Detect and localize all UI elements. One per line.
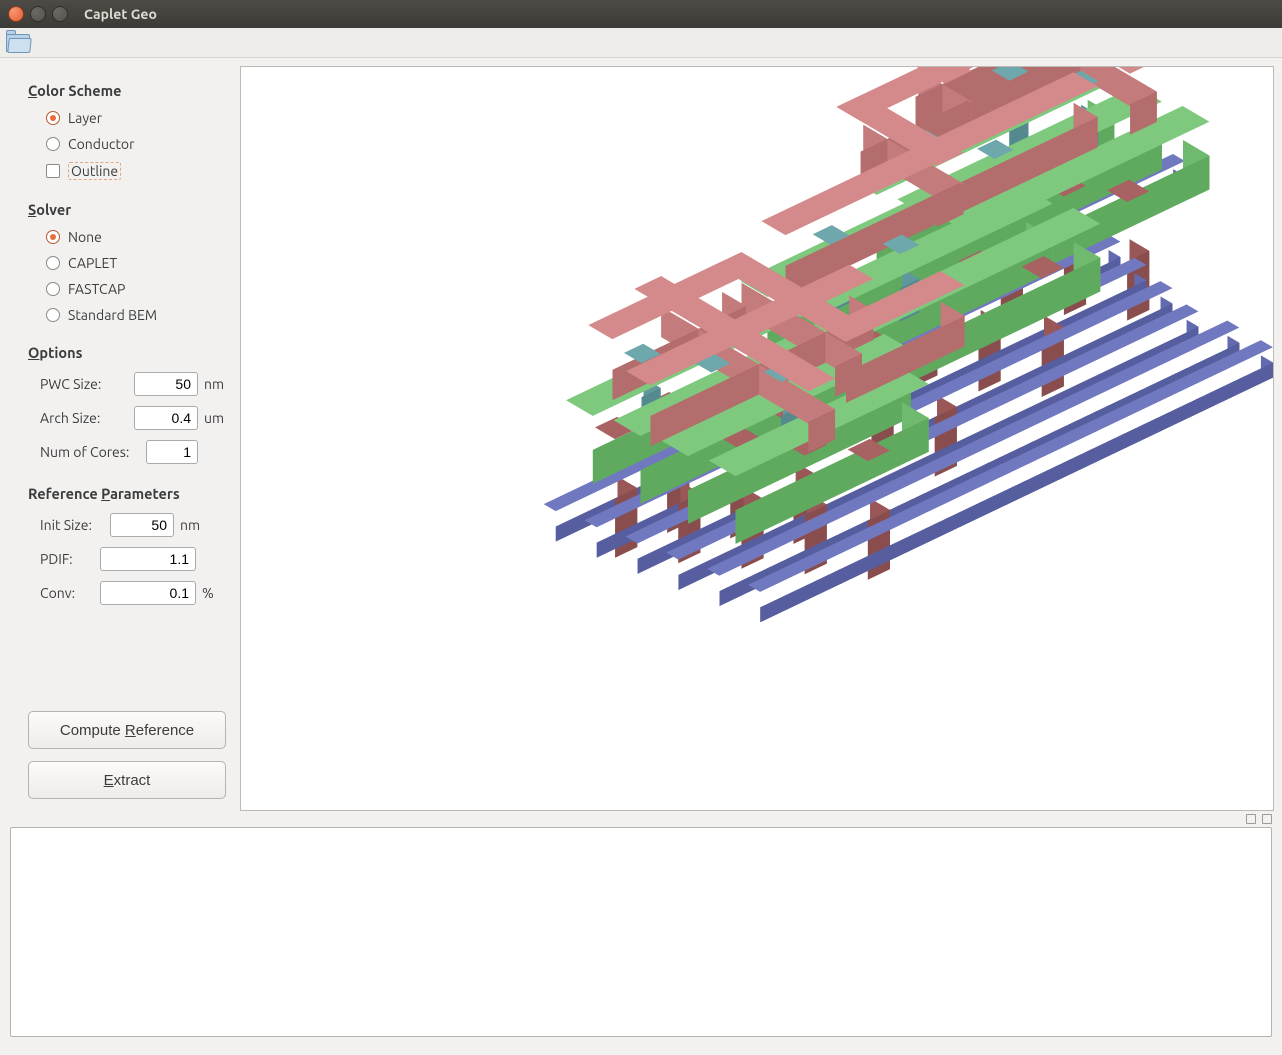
close-icon[interactable] <box>8 6 24 22</box>
section-reference: Reference Parameters <box>28 485 226 502</box>
input-init[interactable] <box>110 513 174 537</box>
open-file-icon[interactable] <box>6 34 30 52</box>
window-controls <box>8 6 68 22</box>
unit-pwc: nm <box>204 376 226 392</box>
compute-reference-button[interactable]: Compute Reference <box>28 711 226 749</box>
section-solver: Solver <box>28 201 226 218</box>
minimize-icon[interactable] <box>30 6 46 22</box>
radio-label: None <box>68 229 102 245</box>
field-init: Init Size: nm <box>28 510 226 540</box>
sidebar: Color Scheme Layer Conductor Outline Sol… <box>0 58 240 811</box>
label-arch: Arch Size: <box>40 410 128 426</box>
field-pdif: PDIF: <box>28 544 226 574</box>
viewport-3d[interactable] <box>240 66 1274 811</box>
section-color-scheme: Color Scheme <box>28 82 226 99</box>
console-output[interactable] <box>10 827 1272 1037</box>
radio-fastcap[interactable] <box>46 282 60 296</box>
label-conv: Conv: <box>40 585 94 601</box>
toolbar <box>0 28 1282 58</box>
solver-none[interactable]: None <box>28 226 226 248</box>
dock-strip <box>0 811 1282 827</box>
radio-stdbem[interactable] <box>46 308 60 322</box>
input-pdif[interactable] <box>100 547 196 571</box>
field-cores: Num of Cores: <box>28 437 226 467</box>
section-options: Options <box>28 344 226 361</box>
titlebar: Caplet Geo <box>0 0 1282 28</box>
maximize-icon[interactable] <box>52 6 68 22</box>
solver-stdbem[interactable]: Standard BEM <box>28 304 226 326</box>
input-pwc[interactable] <box>134 372 198 396</box>
color-scheme-outline[interactable]: Outline <box>28 159 226 183</box>
extract-button[interactable]: Extract <box>28 761 226 799</box>
input-arch[interactable] <box>134 406 198 430</box>
undock-icon[interactable] <box>1246 814 1256 824</box>
solver-caplet[interactable]: CAPLET <box>28 252 226 274</box>
radio-label: Conductor <box>68 136 134 152</box>
label-pwc: PWC Size: <box>40 376 128 392</box>
radio-label: FASTCAP <box>68 281 125 297</box>
window-title: Caplet Geo <box>84 6 157 22</box>
color-scheme-conductor[interactable]: Conductor <box>28 133 226 155</box>
close-panel-icon[interactable] <box>1262 814 1272 824</box>
label-pdif: PDIF: <box>40 551 94 567</box>
radio-label: Standard BEM <box>68 307 157 323</box>
radio-caplet[interactable] <box>46 256 60 270</box>
label-cores: Num of Cores: <box>40 444 140 460</box>
checkbox-outline[interactable] <box>46 164 60 178</box>
label-init: Init Size: <box>40 517 104 533</box>
unit-arch: um <box>204 410 226 426</box>
radio-none[interactable] <box>46 230 60 244</box>
input-conv[interactable] <box>100 581 196 605</box>
checkbox-label: Outline <box>68 162 121 180</box>
field-pwc: PWC Size: nm <box>28 369 226 399</box>
unit-conv: % <box>202 585 226 601</box>
radio-layer[interactable] <box>46 111 60 125</box>
field-arch: Arch Size: um <box>28 403 226 433</box>
color-scheme-layer[interactable]: Layer <box>28 107 226 129</box>
unit-init: nm <box>180 517 206 533</box>
input-cores[interactable] <box>146 440 198 464</box>
radio-conductor[interactable] <box>46 137 60 151</box>
field-conv: Conv: % <box>28 578 226 608</box>
radio-label: Layer <box>68 110 102 126</box>
radio-label: CAPLET <box>68 255 117 271</box>
solver-fastcap[interactable]: FASTCAP <box>28 278 226 300</box>
